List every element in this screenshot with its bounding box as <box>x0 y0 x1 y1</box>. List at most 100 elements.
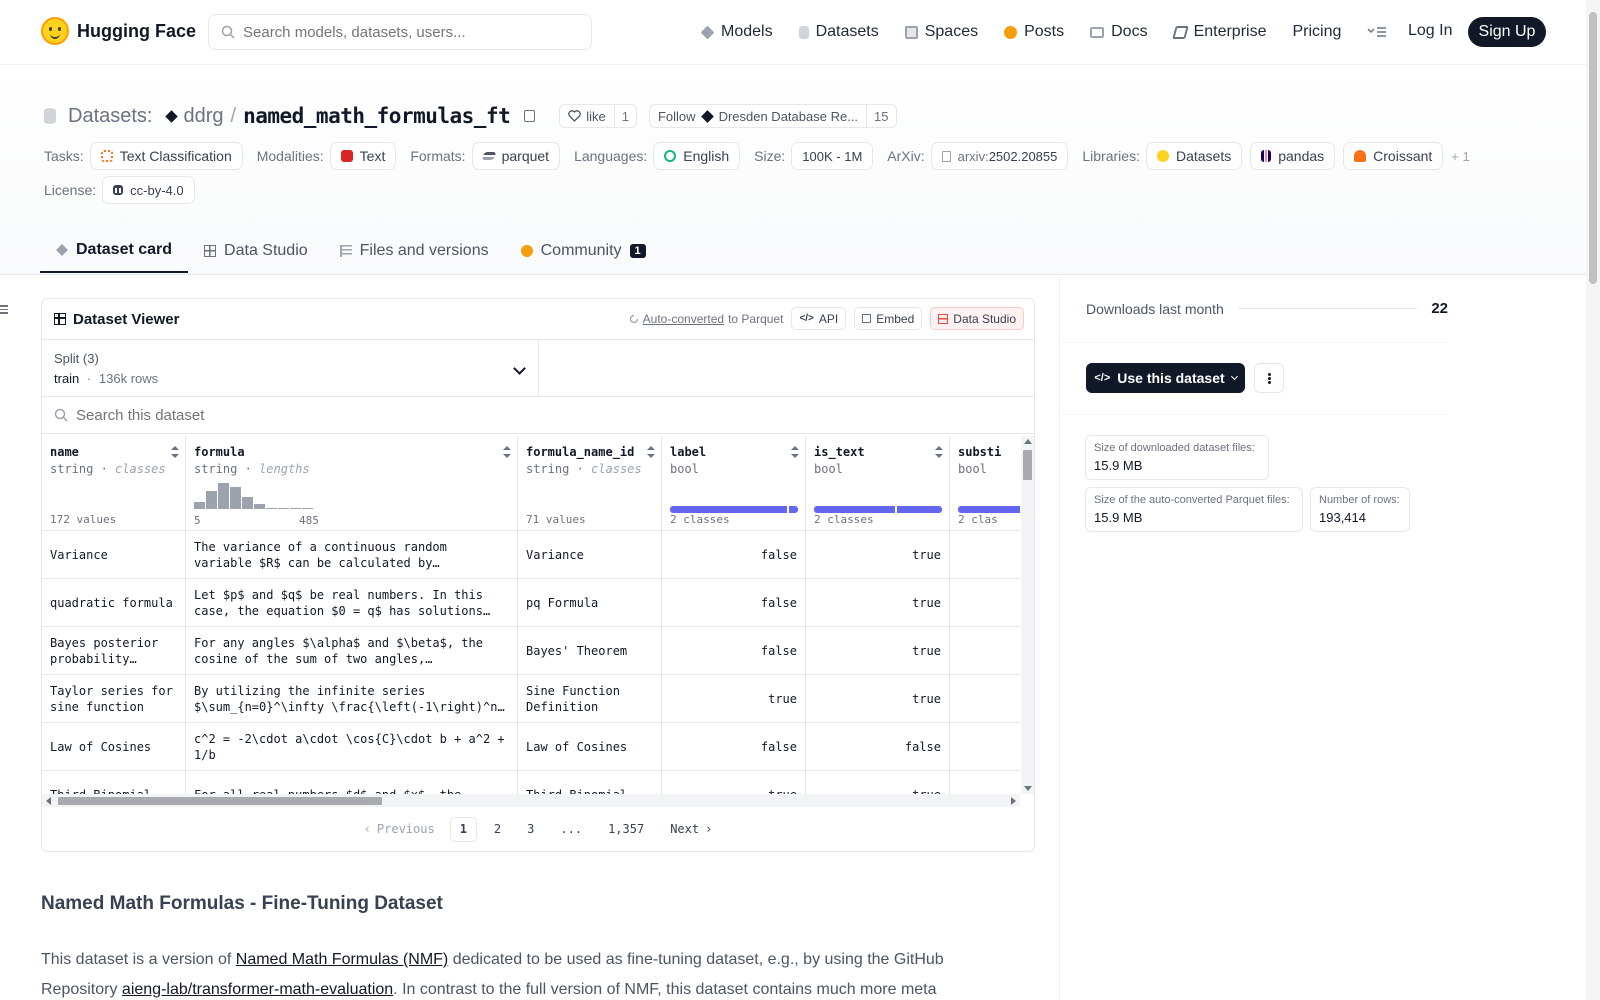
class-distribution-bar[interactable] <box>814 506 942 513</box>
datasets-breadcrumb[interactable]: Datasets: <box>68 105 152 128</box>
column-header-substi[interactable]: substi bool 2 clas <box>950 436 1020 530</box>
nav-docs[interactable]: Docs <box>1090 23 1148 41</box>
scroll-up-arrow-icon[interactable] <box>1024 439 1032 444</box>
table-cell-substi[interactable] <box>950 675 1020 722</box>
column-header-label[interactable]: label bool 2 classes <box>662 436 806 530</box>
use-this-dataset-button[interactable]: </> Use this dataset <box>1086 363 1245 393</box>
global-search[interactable] <box>208 14 592 50</box>
table-row[interactable]: Bayes posterior probability… For any angl… <box>42 627 1020 675</box>
modality-tag[interactable]: Text <box>329 142 397 170</box>
sort-icon[interactable] <box>935 446 943 458</box>
size-tag[interactable]: 100K - 1M <box>791 142 874 170</box>
table-cell-is-text[interactable]: true <box>806 531 950 578</box>
table-cell-name[interactable]: Third Binomial <box>42 771 186 794</box>
table-row[interactable]: quadratic formula Let $p$ and $q$ be real… <box>42 579 1020 627</box>
histogram-bar[interactable] <box>290 508 301 509</box>
previous-page-button[interactable]: ‹ Previous <box>355 817 444 842</box>
table-row[interactable]: Variance The variance of a continuous ran… <box>42 531 1020 579</box>
table-row[interactable]: Third Binomial For all real numbers $d$ a… <box>42 771 1020 794</box>
library-tag-pandas[interactable]: pandas <box>1250 142 1336 170</box>
nav-posts[interactable]: Posts <box>1004 23 1064 41</box>
embed-button[interactable]: Embed <box>854 307 923 330</box>
table-cell-label[interactable]: false <box>662 579 806 626</box>
class-bar-true[interactable] <box>670 506 787 513</box>
table-cell-formula[interactable]: For all real numbers $d$ and $x$, the <box>186 771 518 794</box>
api-button[interactable]: </> API <box>791 307 847 330</box>
class-bar-true[interactable] <box>958 506 1020 513</box>
tab-files-and-versions[interactable]: Files and versions <box>324 228 505 273</box>
class-distribution-bar[interactable] <box>958 506 1020 513</box>
table-cell-label[interactable]: false <box>662 627 806 674</box>
table-cell-substi[interactable] <box>950 771 1020 794</box>
arxiv-tag[interactable]: arxiv:2502.20855 <box>930 142 1069 170</box>
nav-datasets[interactable]: Datasets <box>798 23 879 41</box>
table-cell-is-text[interactable]: true <box>806 627 950 674</box>
table-cell-label[interactable]: true <box>662 771 806 794</box>
sort-icon[interactable] <box>791 446 799 458</box>
page-button[interactable]: 2 <box>485 817 510 842</box>
table-cell-formula[interactable]: Let $p$ and $q$ be real numbers. In this… <box>186 579 518 626</box>
length-histogram[interactable] <box>194 482 313 509</box>
table-cell-substi[interactable] <box>950 531 1020 578</box>
repo-name[interactable]: named_math_formulas_ft <box>243 104 511 128</box>
next-page-button[interactable]: Next › <box>661 817 721 842</box>
task-tag[interactable]: Text Classification <box>89 142 243 170</box>
scroll-down-arrow-icon[interactable] <box>1024 786 1032 791</box>
nmf-link[interactable]: Named Math Formulas (NMF) <box>236 951 448 968</box>
histogram-bar[interactable] <box>278 508 289 509</box>
tab-data-studio[interactable]: Data Studio <box>188 228 324 273</box>
dataset-search-input[interactable] <box>76 406 676 424</box>
table-cell-is-text[interactable]: true <box>806 771 950 794</box>
table-cell-formula[interactable]: For any angles $\alpha$ and $\beta$, the… <box>186 627 518 674</box>
language-tag[interactable]: English <box>653 142 741 170</box>
table-cell-formula-name-id[interactable]: Bayes' Theorem <box>518 627 662 674</box>
table-vertical-scrollbar[interactable] <box>1021 436 1034 794</box>
table-cell-label[interactable]: false <box>662 531 806 578</box>
histogram-bar[interactable] <box>218 483 229 509</box>
library-tag-croissant[interactable]: Croissant <box>1343 142 1444 170</box>
table-cell-formula[interactable]: The variance of a continuous random vari… <box>186 531 518 578</box>
nav-models[interactable]: Models <box>700 23 773 41</box>
table-cell-formula-name-id[interactable]: pq Formula <box>518 579 662 626</box>
table-cell-is-text[interactable]: true <box>806 675 950 722</box>
histogram-bar[interactable] <box>206 491 217 509</box>
table-cell-name[interactable]: Taylor series for sine function <box>42 675 186 722</box>
table-cell-name[interactable]: Bayes posterior probability… <box>42 627 186 674</box>
table-cell-formula-name-id[interactable]: Sine Function Definition <box>518 675 662 722</box>
table-horizontal-scrollbar[interactable] <box>42 794 1020 807</box>
nav-more-menu[interactable] <box>1367 25 1387 39</box>
more-options-button[interactable] <box>1254 363 1284 393</box>
library-tag-datasets[interactable]: Datasets <box>1145 142 1243 170</box>
split-selector[interactable]: Split (3) train · 136k rows <box>42 340 539 396</box>
data-studio-button[interactable]: Data Studio <box>930 307 1024 330</box>
histogram-bar[interactable] <box>242 497 253 509</box>
column-header-name[interactable]: name string · classes 172 values <box>42 436 186 530</box>
owner-link[interactable]: ddrg <box>183 105 223 128</box>
histogram-bar[interactable] <box>266 508 277 509</box>
tab-community[interactable]: Community 1 <box>505 228 662 273</box>
tab-dataset-card[interactable]: Dataset card <box>40 228 189 273</box>
class-bar-false[interactable] <box>788 506 798 513</box>
auto-converted-link[interactable]: Auto-converted <box>643 312 724 326</box>
column-header-formula-name-id[interactable]: formula_name_id string · classes 71 valu… <box>518 436 662 530</box>
table-row[interactable]: Law of Cosines c^2 = -2\cdot a\cdot \cos{… <box>42 723 1020 771</box>
github-repo-link[interactable]: aieng-lab/transformer-math-evaluation <box>122 981 393 998</box>
nav-pricing[interactable]: Pricing <box>1292 23 1341 41</box>
auto-converted-info[interactable]: Auto-converted to Parquet <box>629 312 783 326</box>
table-cell-formula-name-id[interactable]: Law of Cosines <box>518 723 662 770</box>
scroll-right-arrow-icon[interactable] <box>1011 797 1016 805</box>
dataset-search[interactable] <box>42 397 1034 434</box>
table-cell-formula[interactable]: By utilizing the infinite series $\sum_{… <box>186 675 518 722</box>
column-header-formula[interactable]: formula string · lengths 5 485 <box>186 436 518 530</box>
histogram-bar[interactable] <box>194 502 205 509</box>
page-button[interactable]: 1 <box>449 816 477 842</box>
column-header-is-text[interactable]: is_text bool 2 classes <box>806 436 950 530</box>
follow-button[interactable]: Follow Dresden Database Re... 15 <box>648 104 897 128</box>
table-cell-substi[interactable] <box>950 723 1020 770</box>
table-cell-substi[interactable] <box>950 579 1020 626</box>
page-scrollbar[interactable] <box>1586 0 1600 1000</box>
scroll-thumb[interactable] <box>58 797 382 805</box>
table-cell-is-text[interactable]: false <box>806 723 950 770</box>
nav-spaces[interactable]: Spaces <box>904 23 978 41</box>
libraries-more-link[interactable]: + 1 <box>1451 149 1469 164</box>
